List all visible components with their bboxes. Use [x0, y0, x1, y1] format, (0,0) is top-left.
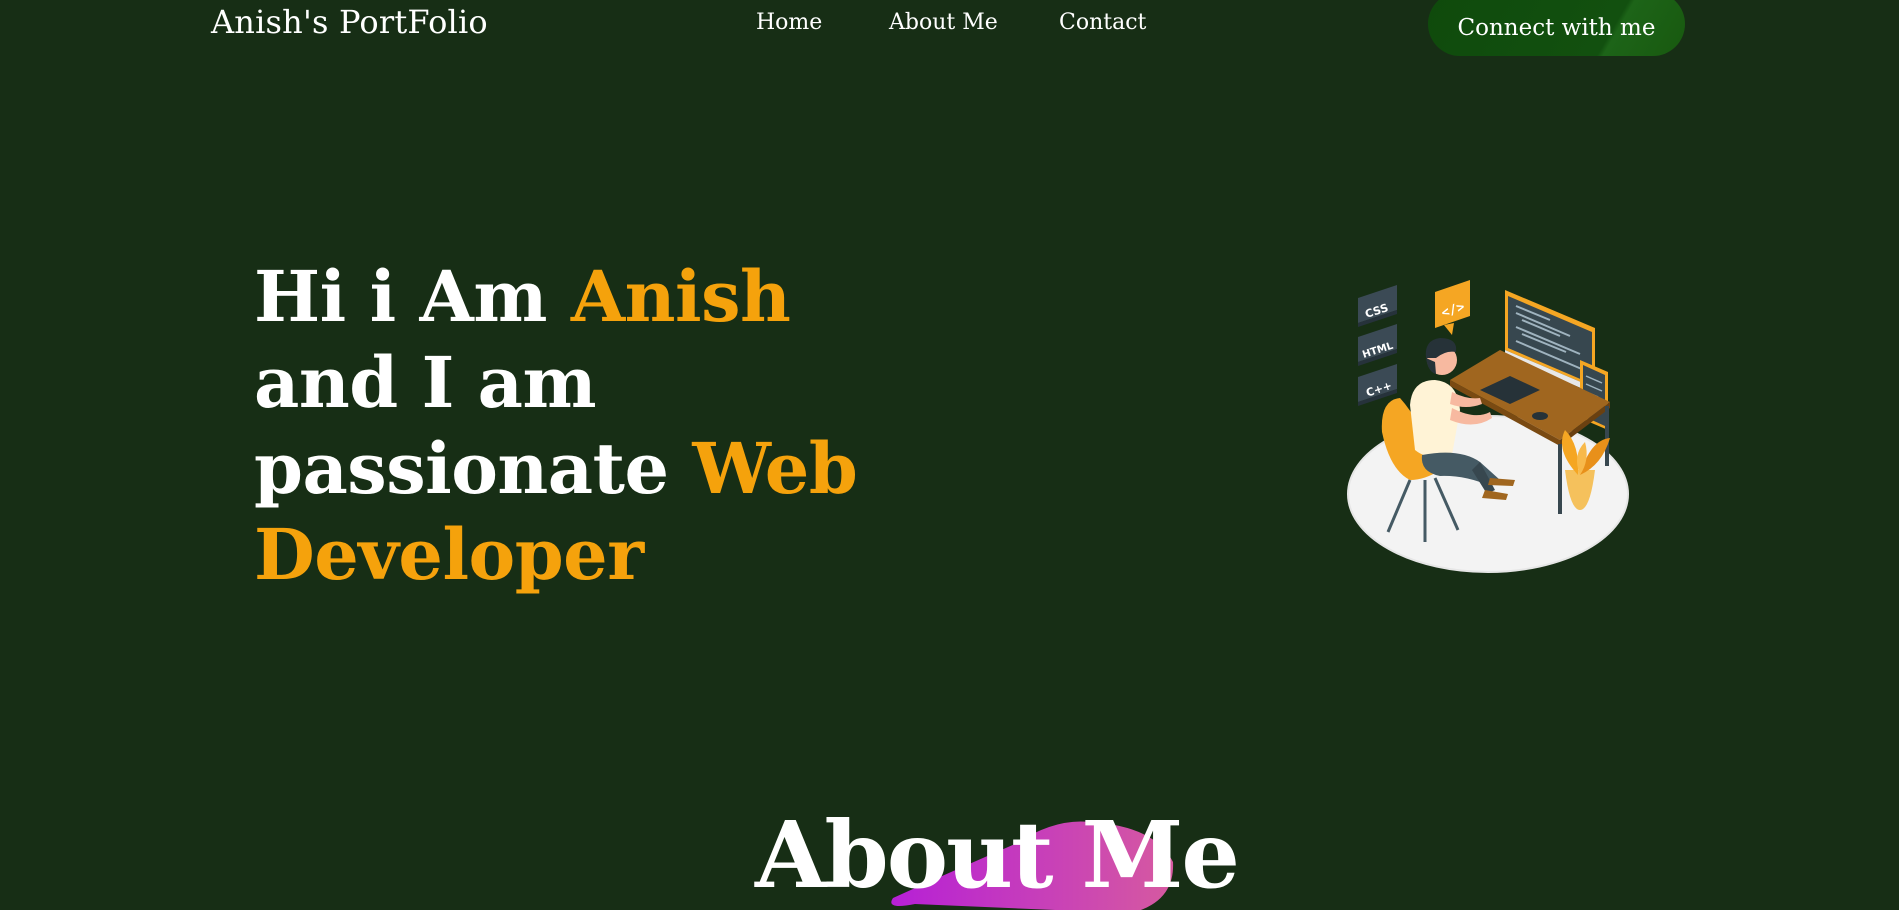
hero-line-3: passionate Web	[254, 426, 858, 512]
nav-about-link[interactable]: About Me	[889, 8, 998, 38]
css-tag: CSS	[1358, 285, 1397, 327]
cpp-tag: C++	[1358, 364, 1397, 406]
nav-home-link[interactable]: Home	[756, 8, 822, 38]
hero-heading: Hi i Am Anish and I am passionate Web De…	[254, 254, 858, 598]
portfolio-page: Anish's PortFolio Home About Me Contact …	[0, 0, 1899, 910]
brand-logo[interactable]: Anish's PortFolio	[211, 2, 488, 42]
nav-contact-link[interactable]: Contact	[1059, 8, 1146, 38]
developer-illustration: CSS HTML C++ </>	[1347, 280, 1629, 573]
code-badge: </>	[1435, 280, 1470, 335]
mouse	[1532, 412, 1548, 420]
hero-passionate: passionate	[254, 427, 693, 510]
hero-developer: Developer	[254, 513, 644, 596]
about-title: About Me	[755, 801, 1240, 909]
html-tag: HTML	[1358, 324, 1397, 366]
hero-name: Anish	[570, 255, 791, 338]
hero-web: Web	[692, 427, 858, 510]
about-section: About Me	[755, 800, 1240, 910]
hero-line-2: and I am	[254, 341, 597, 424]
hero-greeting: Hi i Am	[254, 255, 571, 338]
hero-line-1: Hi i Am Anish	[254, 254, 857, 340]
connect-button[interactable]: Connect with me	[1428, 0, 1685, 56]
